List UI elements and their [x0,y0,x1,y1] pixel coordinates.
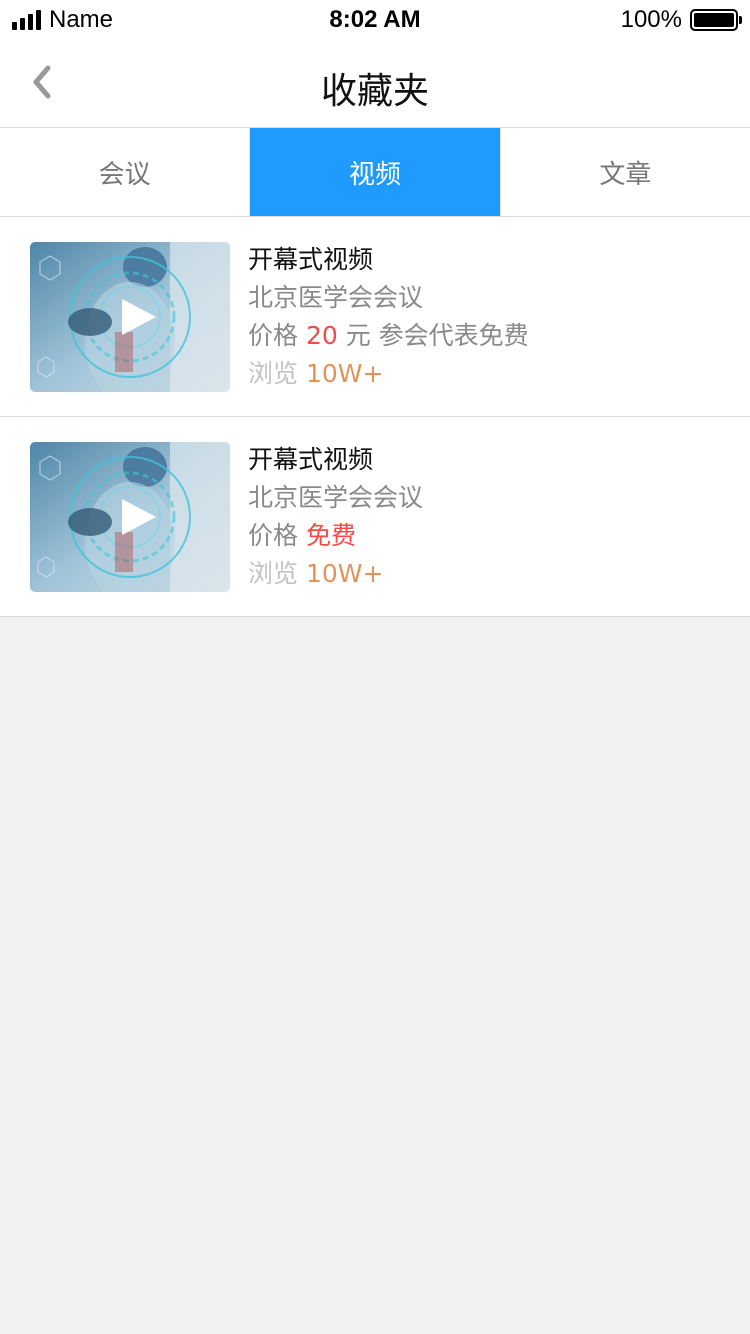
list-item[interactable]: 开幕式视频 北京医学会会议 价格 20 元 参会代表免费 浏览 10W+ [0,217,750,417]
price-value: 免费 [305,521,356,550]
tab-meetings[interactable]: 会议 [0,128,249,216]
play-icon[interactable] [118,297,158,337]
video-title: 开幕式视频 [248,445,374,474]
status-bar: Name 8:02 AM 100% [0,0,750,40]
battery-icon [690,9,742,31]
status-right: 100% [620,6,742,34]
organizer: 北京医学会会议 [248,483,424,512]
video-title: 开幕式视频 [248,245,374,274]
tab-label: 视频 [348,159,401,190]
tab-bar: 会议 视频 文章 [0,128,750,217]
views-value: 10W+ [305,559,384,588]
organizer: 北京医学会会议 [248,283,424,312]
price-value: 20 [305,321,338,350]
tab-articles[interactable]: 文章 [499,128,750,216]
nav-bar: 收藏夹 [0,40,750,128]
video-thumbnail[interactable] [30,242,230,392]
views-line: 浏览 10W+ [248,555,423,593]
battery-percent: 100% [620,6,682,33]
price-label: 价格 [248,321,299,350]
price-line: 价格 免费 [248,517,423,555]
price-line: 价格 20 元 参会代表免费 [248,317,529,355]
tab-label: 文章 [599,159,652,190]
tab-videos[interactable]: 视频 [249,128,500,216]
price-label: 价格 [248,521,299,550]
tab-label: 会议 [98,159,151,190]
video-thumbnail[interactable] [30,442,230,592]
views-value: 10W+ [305,359,384,388]
views-label: 浏览 [248,559,299,588]
item-info: 开幕式视频 北京医学会会议 价格 20 元 参会代表免费 浏览 10W+ [248,241,529,393]
item-info: 开幕式视频 北京医学会会议 价格 免费 浏览 10W+ [248,441,423,593]
page-title: 收藏夹 [320,71,429,112]
list-item[interactable]: 开幕式视频 北京医学会会议 价格 免费 浏览 10W+ [0,417,750,617]
play-icon[interactable] [118,497,158,537]
views-line: 浏览 10W+ [248,355,529,393]
views-label: 浏览 [248,359,299,388]
price-suffix: 元 参会代表免费 [345,321,529,350]
video-list: 开幕式视频 北京医学会会议 价格 20 元 参会代表免费 浏览 10W+ 开幕式… [0,217,750,617]
battery-fill [694,13,734,27]
top-area: Name 8:02 AM 100% 收藏夹 会议 视频 文章 [0,0,750,217]
